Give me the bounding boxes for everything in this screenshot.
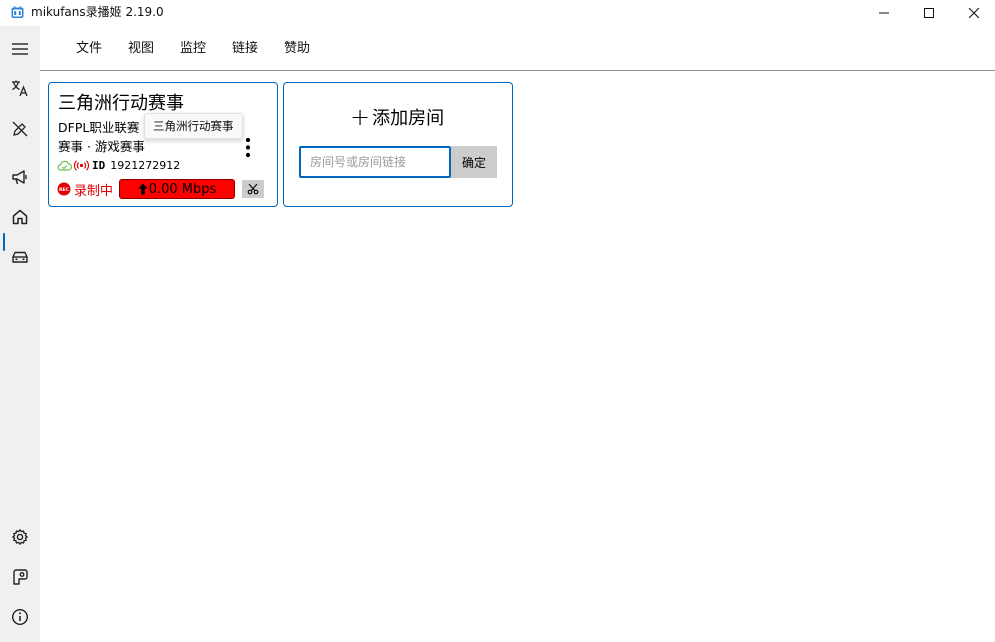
room-category: 赛事 · 游戏赛事 (58, 139, 145, 154)
menu-file[interactable]: 文件 (76, 40, 102, 58)
sidebar-item-settings[interactable] (0, 517, 40, 557)
room-title-tooltip: 三角洲行动赛事 (144, 113, 243, 139)
sidebar-item-language[interactable] (0, 68, 40, 108)
room-card[interactable]: 三角洲行动赛事 DFPL职业联赛 赛事 · 游戏赛事 ID 1921272912… (48, 82, 278, 207)
close-icon (969, 8, 979, 18)
home-icon (12, 209, 28, 225)
hamburger-icon (12, 43, 28, 55)
sidebar-item-announcement[interactable] (0, 157, 40, 197)
app-logo-icon (11, 6, 24, 18)
room-id-label: ID (92, 158, 106, 172)
cloud-check-icon (57, 160, 72, 171)
recording-status: REC 录制中 (57, 179, 113, 199)
cut-recording-button[interactable] (242, 180, 264, 198)
window-title: mikufans录播姬 2.19.0 (31, 5, 164, 19)
menu-sponsor[interactable]: 赞助 (284, 40, 310, 58)
sidebar (0, 26, 40, 642)
menu-links[interactable]: 链接 (232, 40, 258, 58)
maximize-icon (924, 8, 934, 18)
rec-icon: REC (57, 182, 71, 196)
sidebar-menu-toggle[interactable] (0, 29, 40, 69)
pen-off-icon (12, 121, 28, 137)
sidebar-item-home[interactable] (0, 197, 40, 237)
svg-text:REC: REC (59, 187, 70, 193)
translate-icon (12, 80, 28, 97)
upload-speed-button[interactable]: 0.00 Mbps (119, 179, 235, 199)
p-badge-icon (13, 569, 28, 585)
room-title: 三角洲行动赛事 (58, 93, 184, 114)
plus-icon: + (350, 103, 371, 131)
arrow-up-icon (138, 183, 148, 195)
sidebar-item-link[interactable] (0, 557, 40, 597)
menu-bar: 文件 视图 监控 链接 赞助 (40, 26, 995, 71)
upload-speed-value: 0.00 Mbps (148, 181, 217, 197)
close-button[interactable] (951, 0, 995, 26)
title-bar: mikufans录播姬 2.19.0 (0, 0, 995, 26)
info-icon (11, 608, 29, 626)
room-status-row: ID 1921272912 (57, 158, 180, 172)
gear-icon (12, 529, 28, 545)
recording-status-text: 录制中 (74, 183, 114, 199)
more-options-icon[interactable] (241, 135, 255, 161)
menu-view[interactable]: 视图 (128, 40, 154, 58)
room-id-input[interactable] (299, 146, 451, 178)
megaphone-icon (12, 170, 27, 185)
maximize-button[interactable] (906, 0, 952, 26)
add-room-card: + 添加房间 确定 (283, 82, 513, 207)
toolbox-icon (12, 251, 28, 263)
sidebar-item-log[interactable] (0, 109, 40, 149)
sidebar-item-toolbox[interactable] (0, 237, 40, 277)
room-subtitle: DFPL职业联赛 (58, 120, 140, 135)
confirm-add-button[interactable]: 确定 (451, 146, 497, 178)
live-broadcast-icon (74, 159, 89, 171)
add-room-title: + 添加房间 (350, 105, 444, 129)
add-room-label: 添加房间 (372, 108, 445, 129)
minimize-icon (879, 12, 889, 14)
room-id-value: 1921272912 (110, 158, 181, 172)
sidebar-item-about[interactable] (0, 597, 40, 637)
menu-monitor[interactable]: 监控 (180, 40, 206, 58)
minimize-button[interactable] (861, 0, 907, 26)
scissors-icon (247, 183, 259, 195)
